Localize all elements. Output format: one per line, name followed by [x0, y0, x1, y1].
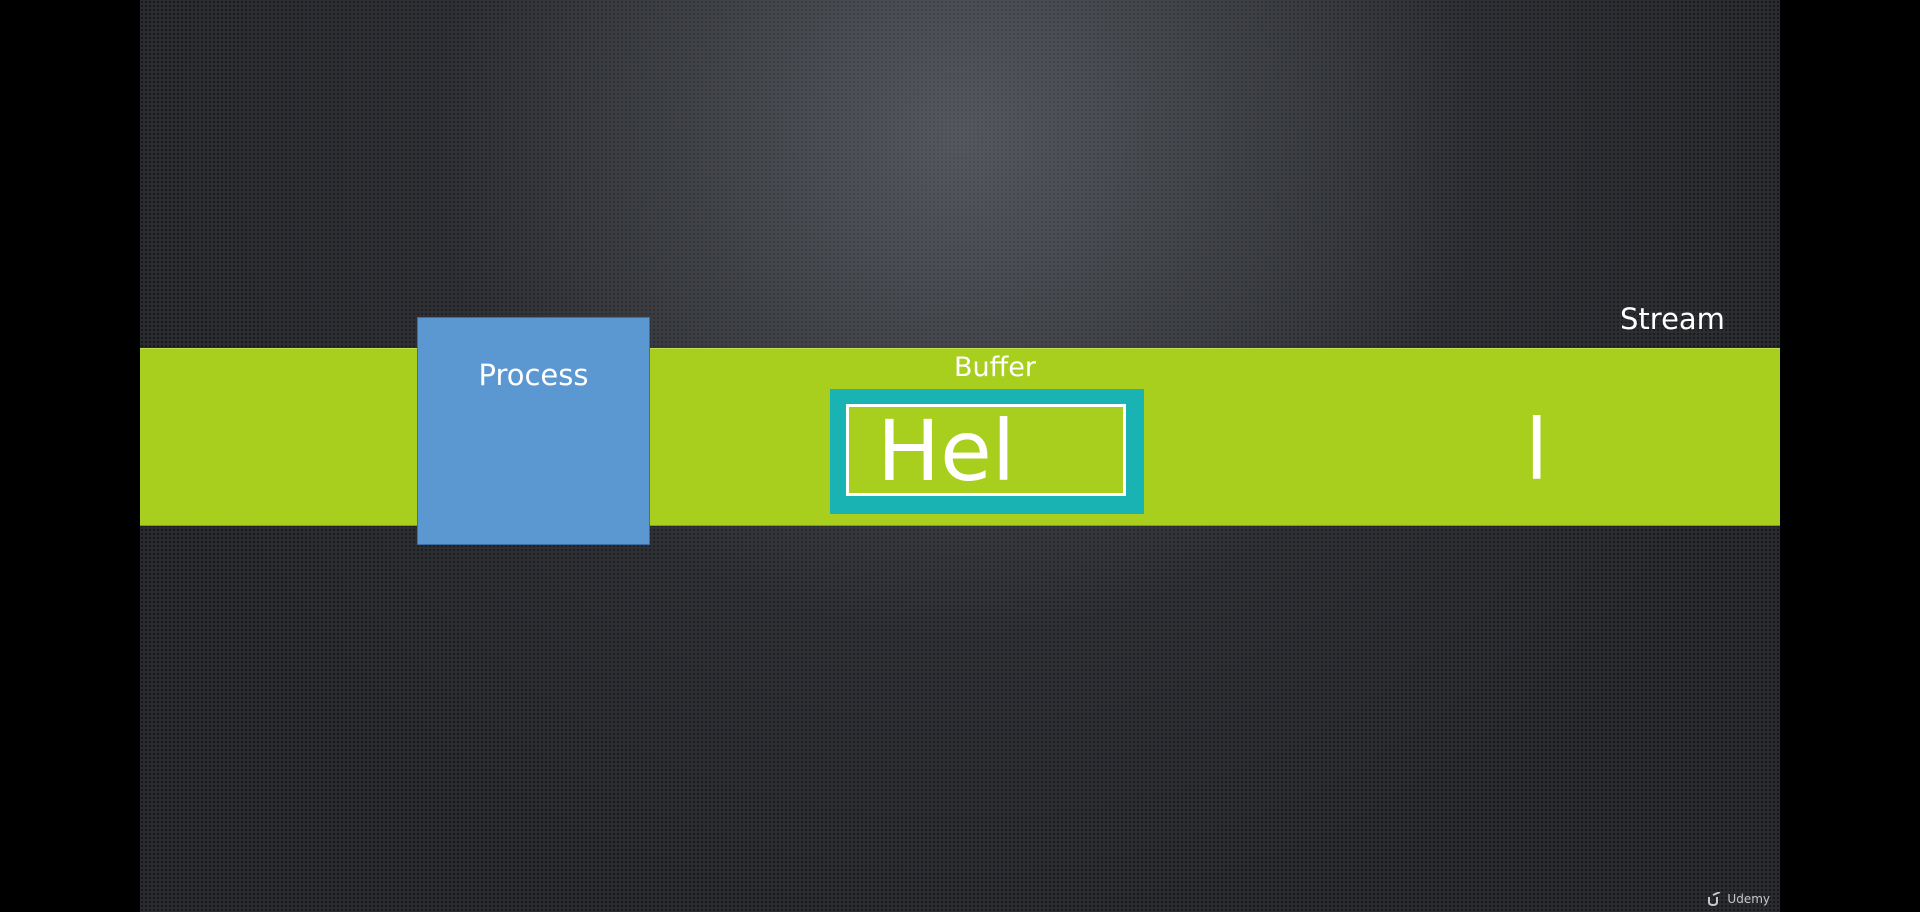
slide: Stream Process Buffer Hel l Udemy: [140, 0, 1780, 912]
screen: Stream Process Buffer Hel l Udemy: [0, 0, 1920, 912]
stream-character: l: [1525, 401, 1549, 499]
buffer-label: Buffer: [954, 352, 1036, 383]
udemy-watermark: Udemy: [1707, 892, 1770, 906]
udemy-logo-icon: [1708, 892, 1721, 906]
stream-label: Stream: [1620, 302, 1725, 336]
process-box: Process: [417, 317, 650, 545]
process-label: Process: [478, 358, 589, 392]
watermark-text: Udemy: [1727, 892, 1770, 906]
buffer-frame: Hel: [830, 389, 1144, 514]
buffer-box: Hel: [846, 404, 1126, 496]
buffer-content: Hel: [877, 404, 1016, 496]
